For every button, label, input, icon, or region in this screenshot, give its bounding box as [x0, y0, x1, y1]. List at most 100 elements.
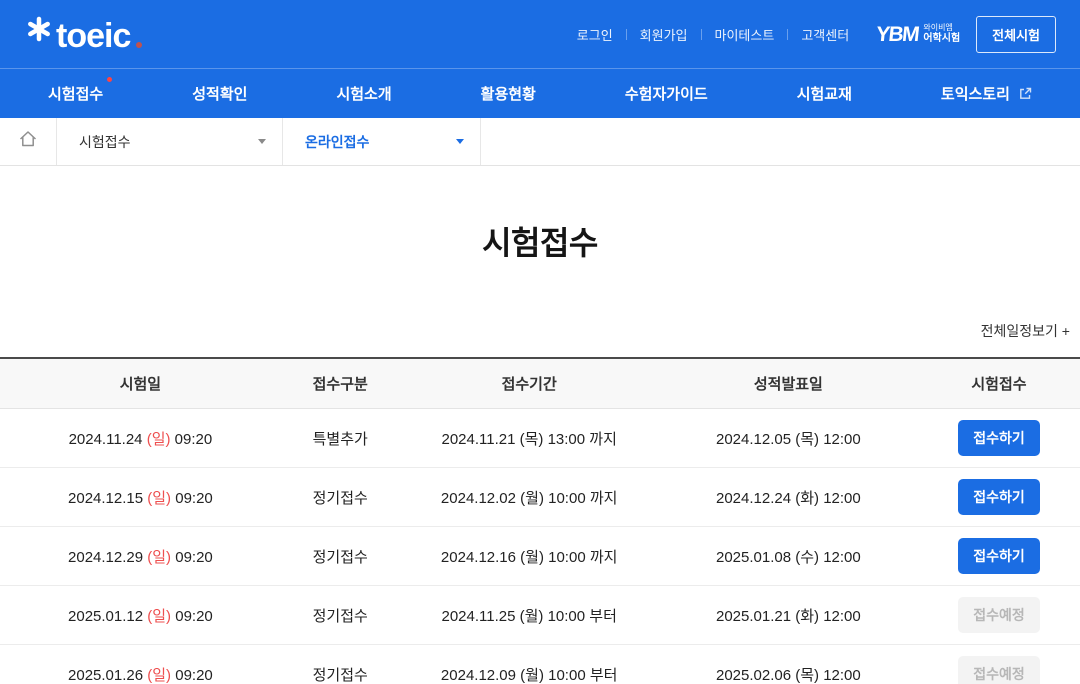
action-cell: 접수하기: [918, 538, 1080, 574]
date-time: 09:20: [171, 667, 213, 684]
register-period-cell: 2024.12.16 (월) 10:00 까지: [400, 546, 659, 567]
register-type-cell: 정기접수: [281, 487, 400, 508]
nav-label: 활용현황: [481, 83, 536, 104]
date-weekday: (일): [147, 431, 171, 448]
col-header-exam-date: 시험일: [0, 373, 281, 394]
date-text: 2024.12.15: [68, 490, 147, 507]
nav-item-examinee-guide[interactable]: 수험자가이드: [625, 83, 708, 104]
exam-date-cell: 2024.12.15 (일) 09:20: [0, 487, 281, 508]
action-cell: 접수하기: [918, 479, 1080, 515]
table-row: 2025.01.12 (일) 09:20 정기접수 2024.11.25 (월)…: [0, 586, 1080, 645]
chevron-down-icon: [258, 139, 266, 144]
signup-link[interactable]: 회원가입: [627, 25, 701, 44]
asterisk-icon: [26, 16, 52, 47]
login-link[interactable]: 로그인: [564, 25, 626, 44]
nav-label: 시험소개: [336, 83, 391, 104]
table-row: 2024.12.29 (일) 09:20 정기접수 2024.12.16 (월)…: [0, 527, 1080, 586]
ybm-mark: YBM: [875, 24, 919, 45]
view-all-schedule-link[interactable]: 전체일정보기 +: [981, 323, 1070, 339]
col-header-register: 시험접수: [918, 373, 1080, 394]
register-period-cell: 2024.12.09 (월) 10:00 부터: [400, 664, 659, 684]
schedule-link-row: 전체일정보기 +: [10, 321, 1070, 341]
utility-links: 로그인 회원가입 마이테스트 고객센터: [564, 25, 862, 44]
date-weekday: (일): [147, 490, 171, 507]
nav-label: 시험교재: [797, 83, 852, 104]
nav-item-exam-register[interactable]: 시험접수: [48, 83, 103, 104]
breadcrumb: 시험접수 온라인접수: [0, 118, 1080, 166]
register-period-cell: 2024.11.25 (월) 10:00 부터: [400, 605, 659, 626]
result-date-cell: 2024.12.24 (화) 12:00: [659, 487, 918, 508]
ybm-logo[interactable]: YBM 와이비엠 어학시험: [876, 23, 960, 46]
exam-date-cell: 2025.01.12 (일) 09:20: [0, 605, 281, 626]
header-utilities: 로그인 회원가입 마이테스트 고객센터 YBM 와이비엠 어학시험 전체시험: [564, 16, 1056, 53]
register-button[interactable]: 접수하기: [958, 420, 1040, 456]
logo-text: toeic: [56, 19, 130, 53]
breadcrumb-select-level1[interactable]: 시험접수: [57, 118, 283, 165]
register-scheduled-button: 접수예정: [958, 656, 1040, 684]
nav-item-score-check[interactable]: 성적확인: [192, 83, 247, 104]
home-button[interactable]: [0, 118, 57, 165]
nav-item-exam-books[interactable]: 시험교재: [797, 83, 852, 104]
table-header-row: 시험일 접수구분 접수기간 성적발표일 시험접수: [0, 359, 1080, 409]
nav-label: 수험자가이드: [625, 83, 708, 104]
register-button[interactable]: 접수하기: [958, 538, 1040, 574]
action-cell: 접수예정: [918, 597, 1080, 633]
breadcrumb-level1-label: 시험접수: [79, 132, 131, 152]
table-row: 2025.01.26 (일) 09:20 정기접수 2024.12.09 (월)…: [0, 645, 1080, 684]
date-text: 2025.01.26: [68, 667, 147, 684]
result-date-cell: 2025.01.08 (수) 12:00: [659, 546, 918, 567]
date-time: 09:20: [171, 608, 213, 625]
nav-item-toeic-story[interactable]: 토익스토리: [941, 83, 1032, 104]
date-weekday: (일): [147, 549, 171, 566]
result-date-cell: 2024.12.05 (목) 12:00: [659, 428, 918, 449]
register-type-cell: 정기접수: [281, 546, 400, 567]
new-badge-dot: [107, 77, 112, 82]
register-type-cell: 정기접수: [281, 664, 400, 684]
register-type-cell: 특별추가: [281, 428, 400, 449]
register-button[interactable]: 접수하기: [958, 479, 1040, 515]
top-header: toeic 로그인 회원가입 마이테스트 고객센터 YBM 와이비엠 어학시험 …: [0, 0, 1080, 68]
chevron-down-icon: [456, 139, 464, 144]
customer-center-link[interactable]: 고객센터: [788, 25, 862, 44]
exam-date-cell: 2025.01.26 (일) 09:20: [0, 664, 281, 684]
action-cell: 접수하기: [918, 420, 1080, 456]
date-time: 09:20: [171, 490, 213, 507]
ybm-line2: 어학시험: [923, 33, 960, 46]
nav-item-exam-intro[interactable]: 시험소개: [336, 83, 391, 104]
date-text: 2024.11.24: [69, 431, 147, 448]
nav-item-usage-status[interactable]: 활용현황: [481, 83, 536, 104]
date-text: 2024.12.29: [68, 549, 147, 566]
date-weekday: (일): [147, 608, 171, 625]
main-nav: 시험접수 성적확인 시험소개 활용현황 수험자가이드 시험교재 토익스토리: [0, 68, 1080, 118]
register-type-cell: 정기접수: [281, 605, 400, 626]
register-period-cell: 2024.12.02 (월) 10:00 까지: [400, 487, 659, 508]
col-header-register-type: 접수구분: [281, 373, 400, 394]
nav-label: 토익스토리: [941, 83, 1010, 104]
page-title: 시험접수: [0, 221, 1080, 265]
date-time: 09:20: [171, 431, 213, 448]
home-icon: [18, 129, 38, 154]
exam-schedule-table: 시험일 접수구분 접수기간 성적발표일 시험접수 2024.11.24 (일) …: [0, 357, 1080, 684]
col-header-result-date: 성적발표일: [659, 373, 918, 394]
table-row: 2024.11.24 (일) 09:20 특별추가 2024.11.21 (목)…: [0, 409, 1080, 468]
toeic-logo[interactable]: toeic: [26, 16, 142, 53]
mytest-link[interactable]: 마이테스트: [702, 25, 788, 44]
logo-dot: [136, 42, 142, 48]
result-date-cell: 2025.01.21 (화) 12:00: [659, 605, 918, 626]
breadcrumb-level2-label: 온라인접수: [305, 132, 369, 152]
ybm-logo-text: 와이비엠 어학시험: [923, 23, 960, 46]
ybm-line1: 와이비엠: [923, 23, 960, 33]
exam-date-cell: 2024.11.24 (일) 09:20: [0, 428, 281, 449]
col-header-register-period: 접수기간: [400, 373, 659, 394]
action-cell: 접수예정: [918, 656, 1080, 684]
date-time: 09:20: [171, 549, 213, 566]
date-weekday: (일): [147, 667, 171, 684]
table-row: 2024.12.15 (일) 09:20 정기접수 2024.12.02 (월)…: [0, 468, 1080, 527]
breadcrumb-select-level2[interactable]: 온라인접수: [283, 118, 481, 165]
nav-label: 성적확인: [192, 83, 247, 104]
all-tests-button[interactable]: 전체시험: [976, 16, 1056, 53]
register-scheduled-button: 접수예정: [958, 597, 1040, 633]
exam-date-cell: 2024.12.29 (일) 09:20: [0, 546, 281, 567]
result-date-cell: 2025.02.06 (목) 12:00: [659, 664, 918, 684]
external-link-icon: [1019, 87, 1032, 100]
